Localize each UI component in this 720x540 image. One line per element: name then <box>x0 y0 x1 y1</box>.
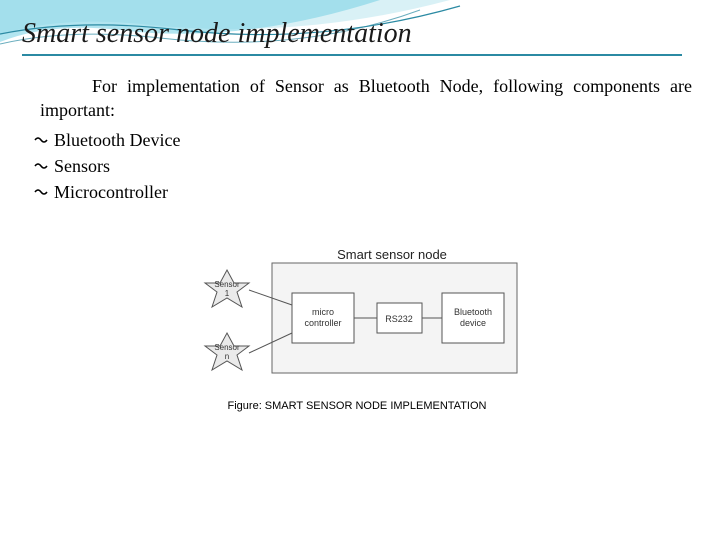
diagram-box-label: Smart sensor node <box>337 247 447 262</box>
svg-text:controller: controller <box>304 318 341 328</box>
svg-text:n: n <box>225 352 229 361</box>
bullet-list: Bluetooth Device Sensors Microcontroller <box>22 127 692 205</box>
svg-text:device: device <box>460 318 486 328</box>
svg-text:1: 1 <box>225 289 230 298</box>
bullet-label: Bluetooth Device <box>54 130 180 150</box>
intro-text: For implementation of Sensor as Bluetoot… <box>22 74 692 123</box>
title-underline <box>22 54 682 56</box>
bullet-label: Microcontroller <box>54 182 168 202</box>
svg-text:Sensor: Sensor <box>214 280 240 289</box>
list-item: Microcontroller <box>34 179 692 205</box>
list-item: Bluetooth Device <box>34 127 692 153</box>
slide-title: Smart sensor node implementation <box>22 18 692 50</box>
sensor-n-icon: Sensor n <box>205 333 249 370</box>
svg-text:Bluetooth: Bluetooth <box>454 307 492 317</box>
sensor-1-icon: Sensor 1 <box>205 270 249 307</box>
svg-text:Sensor: Sensor <box>214 343 240 352</box>
bullet-label: Sensors <box>54 156 110 176</box>
list-item: Sensors <box>34 153 692 179</box>
smart-sensor-diagram: Smart sensor node Sensor 1 Sensor n micr… <box>192 245 522 385</box>
svg-text:micro: micro <box>312 307 334 317</box>
rs232-label: RS232 <box>385 314 413 324</box>
intro-text-span: For implementation of Sensor as Bluetoot… <box>40 76 692 120</box>
figure-caption: Figure: SMART SENSOR NODE IMPLEMENTATION <box>22 400 692 412</box>
